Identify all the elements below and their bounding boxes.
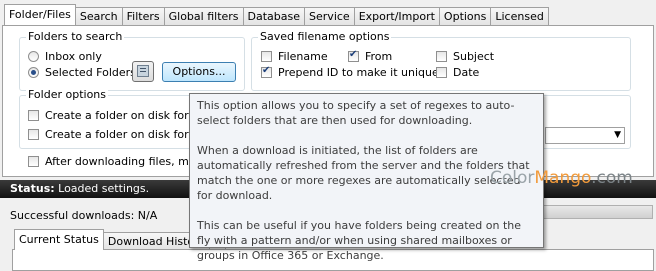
watermark-part-1: Color [490, 168, 535, 188]
tab-database[interactable]: Database [242, 7, 306, 25]
download-progress-bar [540, 205, 653, 219]
subject-checkbox[interactable] [436, 51, 447, 62]
folders-to-search-title: Folders to search [26, 30, 125, 43]
tooltip-paragraph-2: When a download is initiated, the list o… [197, 144, 530, 202]
after-downloading-checkbox[interactable] [28, 156, 39, 167]
from-option[interactable]: From [348, 49, 393, 63]
main-tab-strip: Folder/Files Search Filters Global filte… [4, 4, 549, 25]
saved-filename-options-title: Saved filename options [258, 30, 392, 43]
inbox-only-radio[interactable] [28, 51, 39, 62]
folder-options-title: Folder options [26, 88, 109, 101]
from-label: From [365, 50, 393, 63]
selected-folders-label: Selected Folders [45, 66, 136, 79]
selected-folders-radio[interactable] [28, 67, 39, 78]
subject-option[interactable]: Subject [436, 50, 494, 63]
filename-option[interactable]: Filename [261, 50, 328, 63]
inbox-only-label: Inbox only [45, 50, 102, 63]
status-text: Loaded settings. [58, 182, 150, 195]
status-label: Status: [10, 182, 55, 195]
prepend-id-checkbox[interactable] [261, 65, 272, 78]
move-target-dropdown[interactable]: ▼ [545, 127, 625, 144]
tab-current-status[interactable]: Current Status [14, 229, 104, 250]
date-option[interactable]: Date [436, 66, 479, 79]
prepend-id-label: Prepend ID to make it unique [278, 66, 439, 79]
tooltip-paragraph-1: This option allows you to specify a set … [197, 99, 515, 127]
paste-folders-button[interactable] [132, 61, 154, 82]
create-folder-checkbox-1[interactable] [28, 110, 39, 121]
tab-search[interactable]: Search [74, 7, 123, 25]
chevron-down-icon: ▼ [614, 130, 621, 140]
date-checkbox[interactable] [436, 67, 447, 78]
saved-filename-options-group: Saved filename options [251, 30, 631, 91]
create-folder-checkbox-2[interactable] [28, 129, 39, 140]
filename-label: Filename [278, 50, 328, 63]
tab-folder-files[interactable]: Folder/Files [4, 4, 76, 25]
subject-label: Subject [453, 50, 495, 63]
watermark-part-2: Mango [534, 168, 592, 188]
colormango-watermark: ColorMango.com [490, 168, 633, 188]
prepend-id-option[interactable]: Prepend ID to make it unique [261, 65, 439, 79]
date-label: Date [453, 66, 480, 79]
tab-global-filters[interactable]: Global filters [163, 7, 244, 25]
tab-options[interactable]: Options [438, 7, 492, 25]
tab-service[interactable]: Service [304, 7, 355, 25]
filename-checkbox[interactable] [261, 51, 272, 62]
tab-filters[interactable]: Filters [121, 7, 165, 25]
selected-folders-option[interactable]: Selected Folders [28, 66, 136, 79]
tab-licensed[interactable]: Licensed [490, 7, 549, 25]
tooltip-paragraph-3: This can be useful if you have folders b… [197, 219, 522, 262]
clipboard-icon [137, 65, 149, 77]
successful-downloads: Successful downloads: N/A [10, 209, 158, 222]
tab-export-import[interactable]: Export/Import [353, 7, 440, 25]
folder-options-button[interactable]: Options... [162, 62, 236, 82]
inbox-only-option[interactable]: Inbox only [28, 50, 102, 63]
watermark-part-3: .com [591, 168, 633, 188]
from-checkbox[interactable] [348, 49, 359, 62]
